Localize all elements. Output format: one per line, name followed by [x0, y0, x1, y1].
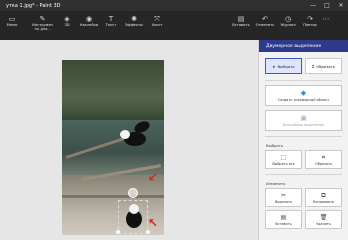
delete-label: Удалить [316, 221, 331, 226]
toolbar-label: 3D [64, 23, 70, 27]
paste-button[interactable]: ▤ Вставить [265, 210, 302, 229]
toolbar-label: Холст [151, 23, 163, 27]
delete-button[interactable]: 🗑 Удалить [305, 210, 342, 229]
workspace[interactable]: ↙ ↖ [0, 40, 258, 240]
toolbar-redo[interactable]: ↷ Повтор [299, 11, 321, 40]
mode-row: ➤ Выбрать ⌗ Обрезать [259, 52, 348, 78]
copy-icon: ⧉ [321, 191, 326, 199]
edit-grid: ✂ Вырезать ⧉ Копировать ▤ Вставить 🗑 Уда… [259, 188, 348, 229]
magic-select-icon: ▣ [300, 114, 307, 122]
toolbar-paste[interactable]: ▤ Вставить [229, 11, 253, 40]
divider [265, 174, 342, 175]
copy-button[interactable]: ⧉ Копировать [305, 188, 342, 207]
resize-handle[interactable] [116, 230, 120, 234]
duck-lower [122, 202, 146, 232]
select-mode-label: Выбрать [277, 63, 295, 69]
toolbar-history[interactable]: ◷ Журнал [277, 11, 299, 40]
select-all-icon: ⬚ [280, 153, 287, 161]
toolbar-label: Инструмен ты для... [32, 23, 53, 31]
canvas-image[interactable] [62, 60, 164, 235]
cut-button[interactable]: ✂ Вырезать [265, 188, 302, 207]
duck-upper [120, 119, 154, 152]
crop-mode-button[interactable]: ⌗ Обрезать [305, 58, 342, 74]
select-mode-button[interactable]: ➤ Выбрать [265, 58, 302, 74]
select-section-heading: Выбрать [266, 143, 284, 148]
toolbar-text[interactable]: T Текст [100, 11, 122, 40]
crop-button[interactable]: ⌗ Обрезать [305, 150, 342, 169]
red-arrow-icon: ↖ [148, 216, 159, 230]
crop-icon: ⌗ [311, 63, 315, 69]
divider [265, 80, 342, 81]
toolbar-label: Эффекты [125, 23, 143, 27]
close-button[interactable]: ✕ [334, 0, 348, 11]
title-bar: утка 1.jpg* - Paint 3D — □ ✕ [0, 0, 348, 11]
toolbar-label: Повтор [303, 23, 317, 27]
cursor-icon: ➤ [272, 63, 276, 69]
magic-select-label: Волшебное выделение [282, 123, 325, 127]
make-3d-label: Создать трехмерный объект [277, 98, 330, 102]
side-panel: Двумерное выделение ➤ Выбрать ⌗ Обрезать… [258, 40, 348, 240]
divider [265, 136, 342, 137]
copy-label: Копировать [312, 199, 335, 204]
edit-section-heading: Изменить [266, 181, 286, 186]
more-icon: ⋯ [322, 15, 330, 23]
toolbar-canvas[interactable]: ⤧ Холст [146, 11, 168, 40]
resize-handle[interactable] [146, 230, 150, 234]
toolbar-undo[interactable]: ↶ Отменить [253, 11, 277, 40]
trash-icon: 🗑 [319, 213, 328, 221]
panel-title: Двумерное выделение [259, 40, 348, 52]
make-3d-button[interactable]: ◆ Создать трехмерный объект [265, 85, 342, 106]
paste-icon: ▤ [280, 213, 287, 221]
maximize-button[interactable]: □ [320, 0, 334, 11]
railing [62, 195, 164, 198]
toolbar-3d[interactable]: ◈ 3D [56, 11, 78, 40]
toolbar-menu[interactable]: ▭ Меню [0, 11, 24, 40]
crop-mode-label: Обрезать [316, 63, 335, 69]
toolbar-label: Текст [105, 23, 117, 27]
minimize-button[interactable]: — [306, 0, 320, 11]
select-grid: ⬚ Выбрать все ⌗ Обрезать [259, 150, 348, 169]
toolbar-more[interactable]: ⋯ [321, 11, 331, 40]
toolbar-label: Отменить [255, 23, 275, 27]
main-toolbar: ▭ Меню ✎ Инструмен ты для... ◈ 3D ◉ Накл… [0, 11, 348, 40]
select-all-label: Выбрать все [272, 161, 295, 166]
toolbar-stickers[interactable]: ◉ Наклейки [78, 11, 100, 40]
toolbar-label: Наклейки [79, 23, 99, 27]
select-all-button[interactable]: ⬚ Выбрать все [265, 150, 302, 169]
crop-icon: ⌗ [321, 153, 326, 161]
toolbar-brushes[interactable]: ✎ Инструмен ты для... [29, 11, 56, 40]
toolbar-label: Меню [6, 23, 18, 27]
crop-label: Обрезать [315, 161, 332, 166]
paste-label: Вставить [275, 221, 292, 226]
cut-label: Вырезать [274, 199, 293, 204]
cube-icon: ◆ [300, 89, 307, 97]
rotate-handle[interactable] [128, 188, 138, 198]
window-title: утка 1.jpg* - Paint 3D [6, 2, 61, 9]
magic-select-button[interactable]: ▣ Волшебное выделение [265, 110, 342, 131]
red-arrow-icon: ↙ [148, 170, 159, 184]
toolbar-label: Журнал [280, 23, 296, 27]
scissors-icon: ✂ [280, 191, 287, 199]
toolbar-effects[interactable]: ✺ Эффекты [122, 11, 146, 40]
toolbar-label: Вставить [232, 23, 250, 27]
